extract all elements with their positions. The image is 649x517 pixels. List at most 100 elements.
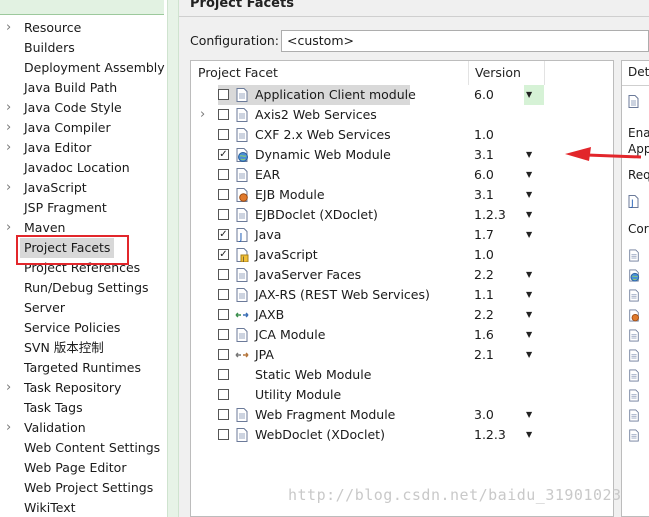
nav-item-task-tags[interactable]: Task Tags [24, 398, 83, 418]
nav-item-server[interactable]: Server [24, 298, 65, 318]
version-dropdown-icon[interactable]: ▼ [526, 405, 532, 425]
nav-item-javascript[interactable]: JavaScript [24, 178, 87, 198]
facet-version[interactable]: 1.6 [474, 325, 494, 345]
column-separator[interactable] [468, 61, 469, 85]
facet-version[interactable]: 1.7 [474, 225, 494, 245]
expand-chevron-icon[interactable]: › [6, 18, 11, 38]
facet-checkbox[interactable] [218, 309, 229, 320]
expand-chevron-icon[interactable]: › [200, 105, 205, 125]
facet-version[interactable]: 2.2 [474, 305, 494, 325]
nav-item-javadoc-location[interactable]: Javadoc Location [24, 158, 130, 178]
facet-checkbox[interactable] [218, 269, 229, 280]
nav-item-run-debug-settings[interactable]: Run/Debug Settings [24, 278, 149, 298]
expand-chevron-icon[interactable]: › [6, 98, 11, 118]
facet-row[interactable]: Static Web Module [191, 365, 613, 385]
facet-checkbox[interactable] [218, 329, 229, 340]
version-dropdown-icon[interactable]: ▼ [526, 145, 532, 165]
facet-version[interactable]: 1.0 [474, 245, 494, 265]
facet-checkbox[interactable] [218, 109, 229, 120]
facet-checkbox[interactable]: ✓ [218, 229, 229, 240]
facet-version[interactable]: 3.1 [474, 145, 494, 165]
version-dropdown-icon[interactable]: ▼ [526, 165, 532, 185]
nav-item-java-editor[interactable]: Java Editor [24, 138, 91, 158]
facet-checkbox[interactable]: ✓ [218, 149, 229, 160]
nav-item-task-repository[interactable]: Task Repository [24, 378, 121, 398]
expand-chevron-icon[interactable]: › [6, 418, 11, 438]
facet-version[interactable]: 2.1 [474, 345, 494, 365]
nav-item-service-policies[interactable]: Service Policies [24, 318, 120, 338]
version-dropdown-icon[interactable]: ▼ [526, 185, 532, 205]
facet-row[interactable]: JavaServer Faces 2.2 ▼ [191, 265, 613, 285]
facet-row[interactable]: JPA 2.1 ▼ [191, 345, 613, 365]
expand-chevron-icon[interactable]: › [6, 178, 11, 198]
facet-row[interactable]: ✓ J Java 1.7 ▼ [191, 225, 613, 245]
nav-item-svn[interactable]: SVN 版本控制 [24, 338, 104, 358]
nav-item-builders[interactable]: Builders [24, 38, 75, 58]
facet-row[interactable]: Web Fragment Module 3.0 ▼ [191, 405, 613, 425]
facet-checkbox[interactable] [218, 169, 229, 180]
version-dropdown-icon[interactable]: ▼ [526, 225, 532, 245]
details-tab[interactable]: Det [628, 65, 649, 79]
pane-splitter[interactable] [167, 0, 179, 517]
version-dropdown-icon[interactable]: ▼ [526, 265, 532, 285]
facet-checkbox[interactable] [218, 289, 229, 300]
configuration-select[interactable]: <custom> [281, 30, 649, 52]
facet-checkbox[interactable] [218, 89, 229, 100]
expand-chevron-icon[interactable]: › [6, 218, 11, 238]
expand-chevron-icon[interactable]: › [6, 138, 11, 158]
version-dropdown-icon[interactable]: ▼ [526, 345, 532, 365]
facet-version[interactable]: 6.0 [474, 165, 494, 185]
version-dropdown-icon[interactable]: ▼ [526, 285, 532, 305]
facet-version[interactable]: 3.0 [474, 405, 494, 425]
facet-version[interactable]: 1.0 [474, 125, 494, 145]
facet-row[interactable]: JAXB 2.2 ▼ [191, 305, 613, 325]
facet-row[interactable]: ✓ J JavaScript 1.0 [191, 245, 613, 265]
facet-row[interactable]: EAR 6.0 ▼ [191, 165, 613, 185]
column-header-version[interactable]: Version [475, 61, 521, 85]
facet-row[interactable]: WebDoclet (XDoclet) 1.2.3 ▼ [191, 425, 613, 445]
facet-row[interactable]: JAX-RS (REST Web Services) 1.1 ▼ [191, 285, 613, 305]
nav-item-java-build-path[interactable]: Java Build Path [24, 78, 117, 98]
nav-item-targeted-runtimes[interactable]: Targeted Runtimes [24, 358, 141, 378]
facet-checkbox[interactable]: ✓ [218, 249, 229, 260]
expand-chevron-icon[interactable]: › [6, 118, 11, 138]
facet-row[interactable]: ✓ Dynamic Web Module 3.1 ▼ [191, 145, 613, 165]
facet-version[interactable]: 1.2.3 [474, 425, 506, 445]
facet-version[interactable]: 1.2.3 [474, 205, 506, 225]
facet-row[interactable]: JCA Module 1.6 ▼ [191, 325, 613, 345]
version-dropdown-icon[interactable]: ▼ [526, 205, 532, 225]
nav-item-resource[interactable]: Resource [24, 18, 81, 38]
facet-version[interactable]: 1.1 [474, 285, 494, 305]
facet-row[interactable]: Utility Module [191, 385, 613, 405]
facet-row[interactable]: EJBDoclet (XDoclet) 1.2.3 ▼ [191, 205, 613, 225]
facet-row[interactable]: Application Client module 6.0 ▼ [191, 85, 613, 105]
version-dropdown-icon[interactable]: ▼ [526, 305, 532, 325]
version-dropdown-icon[interactable]: ▼ [526, 325, 532, 345]
expand-chevron-icon[interactable]: › [6, 378, 11, 398]
facet-checkbox[interactable] [218, 129, 229, 140]
nav-item-java-compiler[interactable]: Java Compiler [24, 118, 111, 138]
facet-checkbox[interactable] [218, 349, 229, 360]
column-header-facet[interactable]: Project Facet [198, 61, 278, 85]
nav-item-jsp-fragment[interactable]: JSP Fragment [24, 198, 107, 218]
facet-version[interactable]: 2.2 [474, 265, 494, 285]
facet-checkbox[interactable] [218, 409, 229, 420]
facet-row[interactable]: CXF 2.x Web Services 1.0 [191, 125, 613, 145]
facet-checkbox[interactable] [218, 389, 229, 400]
facet-row[interactable]: › Axis2 Web Services [191, 105, 613, 125]
version-dropdown-icon[interactable]: ▼ [526, 425, 532, 445]
nav-item-wikitext[interactable]: WikiText [24, 498, 76, 517]
facet-checkbox[interactable] [218, 189, 229, 200]
facet-row[interactable]: EJB Module 3.1 ▼ [191, 185, 613, 205]
nav-item-deployment-assembly[interactable]: Deployment Assembly [24, 58, 165, 78]
nav-item-web-content-settings[interactable]: Web Content Settings [24, 438, 160, 458]
version-dropdown-icon[interactable]: ▼ [526, 85, 532, 105]
facet-version[interactable]: 3.1 [474, 185, 494, 205]
nav-item-java-code-style[interactable]: Java Code Style [24, 98, 122, 118]
column-separator[interactable] [544, 61, 545, 85]
facet-version[interactable]: 6.0 [474, 85, 494, 105]
nav-item-web-page-editor[interactable]: Web Page Editor [24, 458, 126, 478]
facet-checkbox[interactable] [218, 209, 229, 220]
facet-checkbox[interactable] [218, 429, 229, 440]
nav-item-validation[interactable]: Validation [24, 418, 86, 438]
